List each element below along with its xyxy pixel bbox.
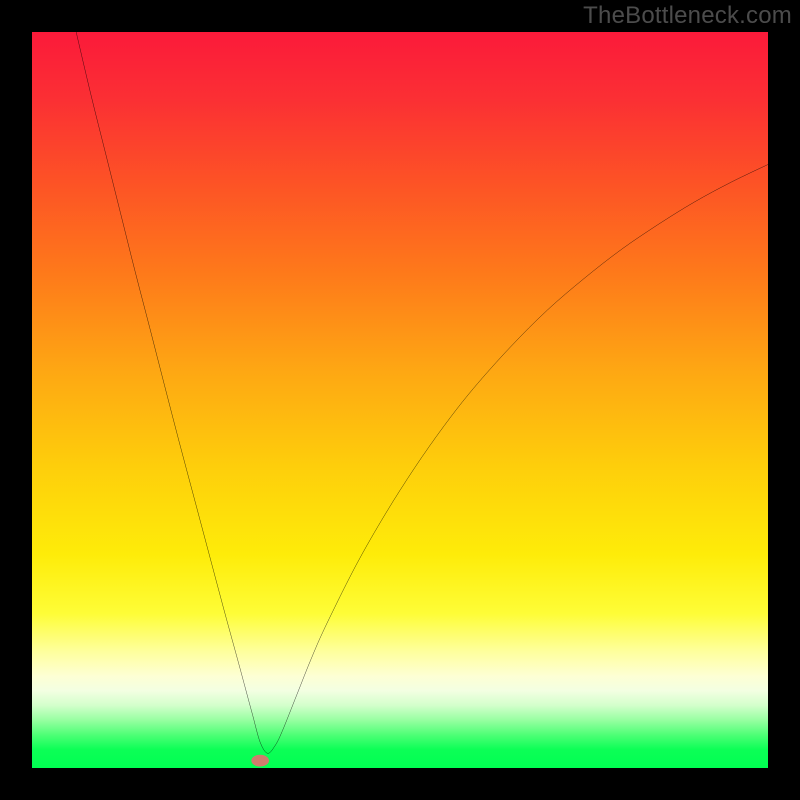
- watermark-text: TheBottleneck.com: [583, 2, 792, 30]
- optimum-marker: [251, 755, 269, 767]
- bottleneck-curve: [76, 32, 768, 753]
- curve-svg: [32, 32, 768, 768]
- plot-area: [32, 32, 768, 768]
- chart-frame: TheBottleneck.com: [0, 0, 800, 800]
